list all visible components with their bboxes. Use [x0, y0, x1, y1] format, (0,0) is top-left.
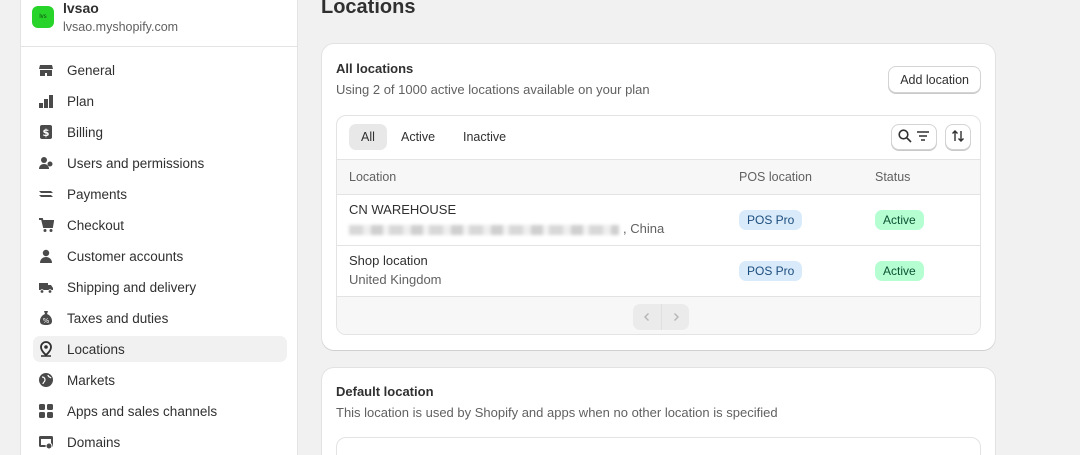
plan-icon: [38, 93, 54, 109]
all-locations-card: All locations Using 2 of 1000 active loc…: [322, 44, 995, 350]
card-subtitle: This location is used by Shopify and app…: [336, 405, 778, 420]
column-status: Status: [875, 170, 911, 184]
sidebar-item-label: Taxes and duties: [67, 310, 169, 326]
sidebar-item-label: General: [67, 62, 116, 78]
chevron-right-icon: [671, 310, 681, 325]
status-badge: Active: [875, 210, 924, 230]
person-icon: [38, 248, 54, 264]
filter-icon: [916, 129, 930, 146]
default-location-card: Default location This location is used b…: [322, 368, 995, 455]
store-icon: [38, 62, 54, 78]
sidebar-item-markets[interactable]: Markets: [33, 367, 287, 393]
cart-icon: [38, 217, 54, 233]
location-address: , China: [349, 221, 664, 236]
sidebar-item-label: Users and permissions: [67, 155, 205, 171]
column-pos-location: POS location: [739, 170, 812, 184]
redacted-address: [349, 224, 619, 235]
sidebar-item-checkout[interactable]: Checkout: [33, 212, 287, 238]
location-name: Shop location: [349, 253, 428, 268]
pagination: [337, 297, 980, 334]
location-address: United Kingdom: [349, 272, 442, 287]
sidebar-item-locations[interactable]: Locations: [33, 336, 287, 362]
next-page-button[interactable]: [661, 304, 689, 330]
add-location-button[interactable]: Add location: [888, 66, 981, 93]
sidebar-item-label: Locations: [67, 341, 125, 357]
truck-icon: [38, 279, 54, 295]
sidebar-item-payments[interactable]: Payments: [33, 181, 287, 207]
sidebar-item-label: Markets: [67, 372, 116, 388]
pos-badge: POS Pro: [739, 261, 803, 281]
sidebar-item-label: Checkout: [67, 217, 125, 233]
tax-icon: %: [38, 310, 54, 326]
store-header[interactable]: lvs lvsao lvsao.myshopify.com: [21, 0, 297, 47]
tab-all[interactable]: All: [349, 124, 387, 150]
apps-icon: [38, 403, 54, 419]
card-title: All locations: [336, 61, 414, 76]
sidebar-item-label: Shipping and delivery: [67, 279, 197, 295]
table-row[interactable]: Shop location United Kingdom POS Pro Act…: [337, 246, 980, 297]
location-icon: [38, 341, 54, 357]
pos-badge: POS Pro: [739, 210, 803, 230]
sidebar-item-label: Plan: [67, 93, 95, 109]
sidebar-item-users[interactable]: Users and permissions: [33, 150, 287, 176]
location-name: CN WAREHOUSE: [349, 202, 457, 217]
sort-button[interactable]: [945, 124, 971, 150]
settings-sidebar: lvs lvsao lvsao.myshopify.com General Pl…: [20, 0, 298, 455]
page-title: Locations: [321, 0, 416, 18]
svg-text:$: $: [43, 128, 50, 139]
table-header: Location POS location Status: [337, 159, 980, 195]
previous-page-button[interactable]: [633, 304, 661, 330]
sidebar-item-shipping[interactable]: Shipping and delivery: [33, 274, 287, 300]
users-icon: [38, 155, 54, 171]
card-subtitle: Using 2 of 1000 active locations availab…: [336, 82, 650, 97]
default-location-select[interactable]: [336, 437, 981, 455]
store-logo: lvs: [32, 6, 54, 28]
settings-nav: General Plan $ Billing Users and permiss…: [33, 57, 287, 455]
globe-icon: [38, 372, 54, 388]
sidebar-item-plan[interactable]: Plan: [33, 88, 287, 114]
status-badge: Active: [875, 261, 924, 281]
search-icon: [898, 128, 912, 146]
sidebar-item-label: Customer accounts: [67, 248, 184, 264]
store-domain: lvsao.myshopify.com: [63, 20, 179, 34]
sidebar-item-label: Apps and sales channels: [67, 403, 218, 419]
chevron-left-icon: [642, 310, 652, 325]
store-name: lvsao: [63, 0, 99, 16]
sidebar-item-domains[interactable]: Domains: [33, 429, 287, 455]
table-row[interactable]: CN WAREHOUSE , China POS Pro Active: [337, 195, 980, 246]
svg-text:%: %: [43, 317, 50, 325]
domain-icon: [38, 434, 54, 450]
sidebar-item-general[interactable]: General: [33, 57, 287, 83]
sidebar-item-label: Domains: [67, 434, 121, 450]
card-title: Default location: [336, 384, 434, 399]
tab-active[interactable]: Active: [389, 124, 447, 150]
locations-table: All Active Inactive Location POS locatio…: [336, 115, 981, 335]
filter-tabs: All Active Inactive: [337, 116, 980, 159]
sidebar-item-customer-accounts[interactable]: Customer accounts: [33, 243, 287, 269]
sort-icon: [951, 129, 965, 146]
billing-icon: $: [38, 124, 54, 140]
tab-inactive[interactable]: Inactive: [451, 124, 518, 150]
search-filter-button[interactable]: [891, 124, 937, 150]
sidebar-item-apps[interactable]: Apps and sales channels: [33, 398, 287, 424]
sidebar-item-label: Payments: [67, 186, 128, 202]
column-location: Location: [349, 170, 397, 184]
location-address-visible: , China: [623, 221, 665, 236]
sidebar-item-taxes[interactable]: % Taxes and duties: [33, 305, 287, 331]
payments-icon: [38, 186, 54, 202]
sidebar-item-label: Billing: [67, 124, 104, 140]
sidebar-item-billing[interactable]: $ Billing: [33, 119, 287, 145]
